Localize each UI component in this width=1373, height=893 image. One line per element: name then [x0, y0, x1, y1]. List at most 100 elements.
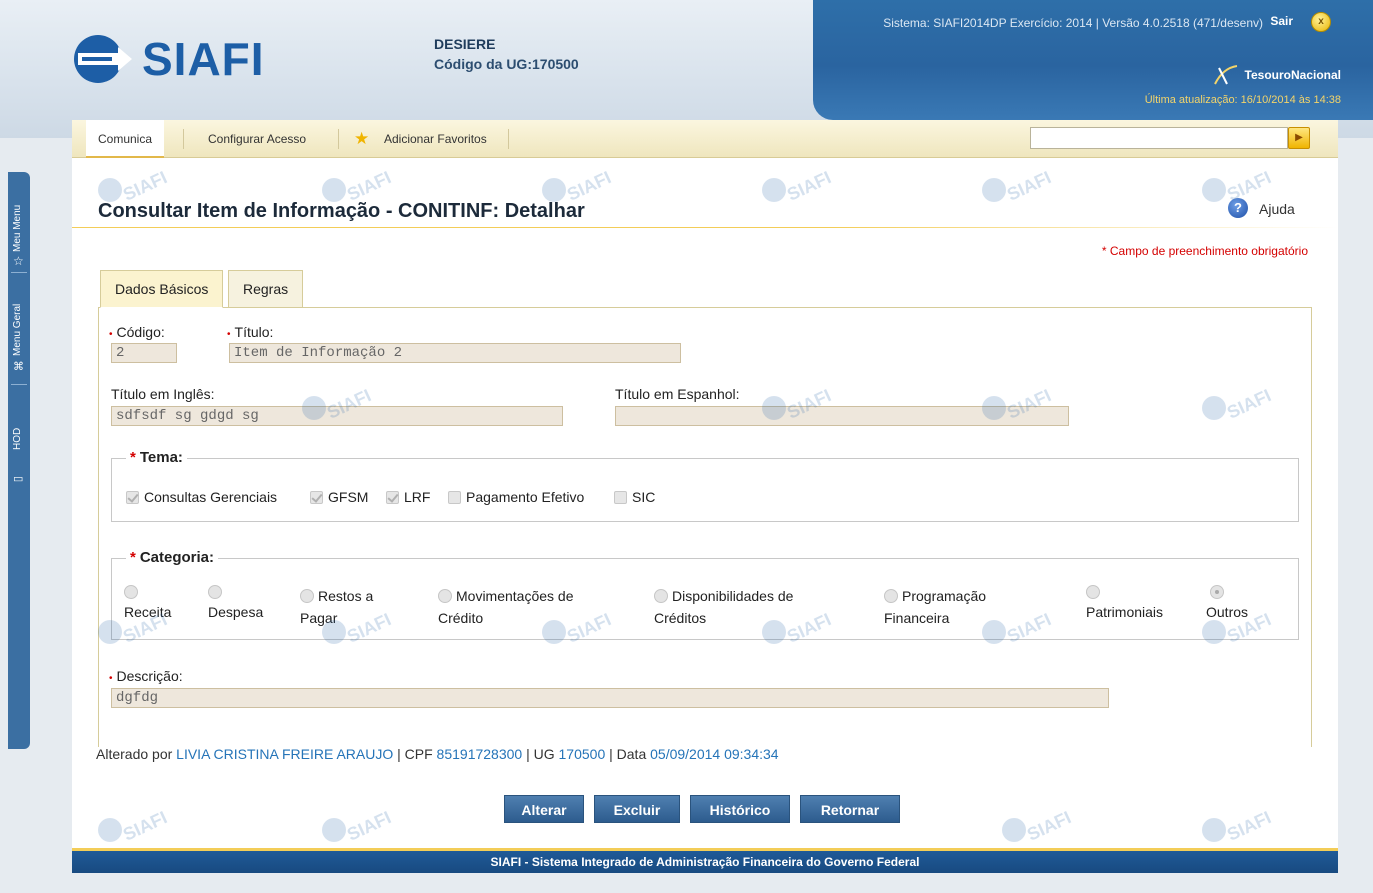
categoria-radio-programacao-financeira[interactable]: Programação Financeira: [884, 585, 986, 629]
last-update: Última atualização: 16/10/2014 às 14:38: [1144, 94, 1341, 106]
descricao-field[interactable]: dgfdg: [111, 688, 1109, 708]
checkbox[interactable]: [386, 490, 399, 504]
page-title: Consultar Item de Informação - CONITINF:…: [98, 200, 585, 222]
required-marker: •: [109, 329, 113, 340]
required-note: * Campo de preenchimento obrigatório: [1101, 244, 1308, 258]
tema-checkbox-lrf[interactable]: LRF: [386, 489, 430, 505]
categoria-legend: * Categoria:: [126, 549, 219, 566]
tema-legend: * Tema:: [126, 449, 187, 466]
radio-button[interactable]: [208, 585, 222, 599]
tema-checkbox-sic[interactable]: SIC: [614, 489, 655, 505]
categoria-radio-despesa[interactable]: Despesa: [208, 585, 263, 623]
required-marker: *: [130, 549, 136, 566]
alterar-button[interactable]: Alterar: [504, 795, 584, 823]
menu-adicionar-favoritos[interactable]: Adicionar Favoritos: [372, 120, 499, 158]
radio-label-line1: Restos a: [318, 588, 374, 604]
checkbox[interactable]: [614, 490, 627, 504]
radio-button[interactable]: [300, 589, 314, 603]
tesouro-label: TesouroNacional: [1244, 68, 1341, 82]
tab-regras[interactable]: Regras: [228, 270, 304, 308]
tesouro-icon: [1213, 65, 1237, 85]
data-value: 05/09/2014 09:34:34: [650, 746, 779, 762]
cpf-link[interactable]: 85191728300: [437, 746, 523, 762]
menu-configurar-acesso[interactable]: Configurar Acesso: [196, 120, 318, 158]
checkbox-label: Pagamento Efetivo: [466, 489, 585, 505]
side-separator: [11, 272, 27, 273]
titulo-label-text: Título:: [234, 324, 274, 340]
titulo-espanhol-label: Título em Espanhol:: [615, 386, 740, 402]
tema-checkbox-gfsm[interactable]: GFSM: [310, 489, 368, 505]
required-marker: *: [130, 449, 136, 466]
search-input[interactable]: [1030, 127, 1288, 149]
side-tab-hod-label: HOD: [12, 427, 23, 450]
monitor-icon: ▭: [13, 473, 24, 485]
descricao-label: • Descrição:: [109, 668, 183, 684]
codigo-field[interactable]: 2: [111, 343, 177, 363]
radio-button[interactable]: [884, 589, 898, 603]
titulo-ingles-field[interactable]: sdfsdf sg gdgd sg: [111, 406, 563, 426]
siafi-logo-icon: [74, 35, 132, 83]
ug-label: Código da UG:: [434, 56, 532, 72]
checkbox[interactable]: [448, 490, 461, 504]
radio-button[interactable]: [438, 589, 452, 603]
side-tab-hod[interactable]: HOD ▭: [8, 388, 30, 485]
top-header: SIAFI DESIERE Código da UG:170500 Sistem…: [0, 0, 1373, 138]
alterado-por-label: Alterado por: [96, 746, 173, 762]
help-link[interactable]: Ajuda: [1259, 201, 1295, 217]
titulo-espanhol-field[interactable]: [615, 406, 1069, 426]
side-tab-menu-geral-label: Menu Geral: [12, 303, 23, 356]
codigo-label: • Código:: [109, 324, 165, 340]
search-go-button[interactable]: ▶: [1288, 127, 1310, 149]
change-metadata: Alterado por LIVIA CRISTINA FREIRE ARAUJ…: [96, 746, 779, 762]
tab-content: • Código: 2 • Título: Item de Informação 2…: [98, 307, 1312, 747]
titulo-ingles-label: Título em Inglês:: [111, 386, 215, 402]
tab-dados-basicos[interactable]: Dados Básicos: [100, 270, 224, 308]
titulo-field[interactable]: Item de Informação 2: [229, 343, 681, 363]
main-panel: Comunica Configurar Acesso ★ Adicionar F…: [72, 120, 1338, 848]
menu-comunica[interactable]: Comunica: [86, 120, 165, 158]
footer-bar: SIAFI - Sistema Integrado de Administraç…: [72, 848, 1338, 873]
tema-legend-text: Tema:: [139, 449, 183, 466]
sair-link[interactable]: Sair: [1270, 14, 1293, 28]
side-tabs: Meu Menu ☆ Menu Geral ⌘ HOD ▭: [8, 172, 30, 749]
alterado-por-link[interactable]: LIVIA CRISTINA FREIRE ARAUJO: [176, 746, 393, 762]
categoria-radio-movimentacoes-de-credito[interactable]: Movimentações de Crédito: [438, 585, 574, 629]
tema-checkbox-pagamento-efetivo[interactable]: Pagamento Efetivo: [448, 489, 584, 505]
menu-separator: [508, 129, 509, 149]
logout-icon[interactable]: x: [1311, 12, 1331, 32]
radio-label: Receita: [124, 604, 172, 620]
excluir-button[interactable]: Excluir: [594, 795, 680, 823]
radio-label-line1: Movimentações de: [456, 588, 574, 604]
categoria-legend-text: Categoria:: [139, 549, 215, 566]
data-label: | Data: [609, 746, 647, 762]
categoria-radio-outros[interactable]: Outros: [1206, 585, 1248, 623]
required-marker: •: [227, 329, 231, 340]
radio-label-line2: Financeira: [884, 610, 950, 626]
title-divider: [72, 227, 1338, 228]
ug-code: 170500: [532, 56, 579, 72]
help-icon[interactable]: ?: [1228, 198, 1248, 218]
side-tab-meu-menu[interactable]: Meu Menu ☆: [8, 172, 30, 272]
tema-checkbox-consultas-gerenciais[interactable]: Consultas Gerenciais: [126, 489, 277, 505]
radio-button[interactable]: [654, 589, 668, 603]
retornar-button[interactable]: Retornar: [800, 795, 900, 823]
checkbox[interactable]: [310, 490, 323, 504]
radio-label: Patrimoniais: [1086, 604, 1164, 620]
checkbox[interactable]: [126, 490, 139, 504]
cpf-label: | CPF: [397, 746, 433, 762]
radio-label-line2: Créditos: [654, 610, 707, 626]
user-info: DESIERE Código da UG:170500: [434, 34, 579, 74]
menu-separator: [183, 129, 184, 149]
side-tab-menu-geral[interactable]: Menu Geral ⌘: [8, 274, 30, 382]
categoria-radio-disponibilidades-de-creditos[interactable]: Disponibilidades de Créditos: [654, 585, 793, 629]
categoria-radio-receita[interactable]: Receita: [124, 585, 171, 623]
radio-button[interactable]: [1210, 585, 1224, 599]
ug-link[interactable]: 170500: [559, 746, 606, 762]
menu-bar: Comunica Configurar Acesso ★ Adicionar F…: [72, 120, 1338, 158]
radio-button[interactable]: [1086, 585, 1100, 599]
historico-button[interactable]: Histórico: [690, 795, 790, 823]
radio-button[interactable]: [124, 585, 138, 599]
siafi-logo: SIAFI: [72, 32, 265, 86]
categoria-radio-patrimoniais[interactable]: Patrimoniais: [1086, 585, 1163, 623]
categoria-radio-restos-a-pagar[interactable]: Restos a Pagar: [300, 585, 373, 629]
